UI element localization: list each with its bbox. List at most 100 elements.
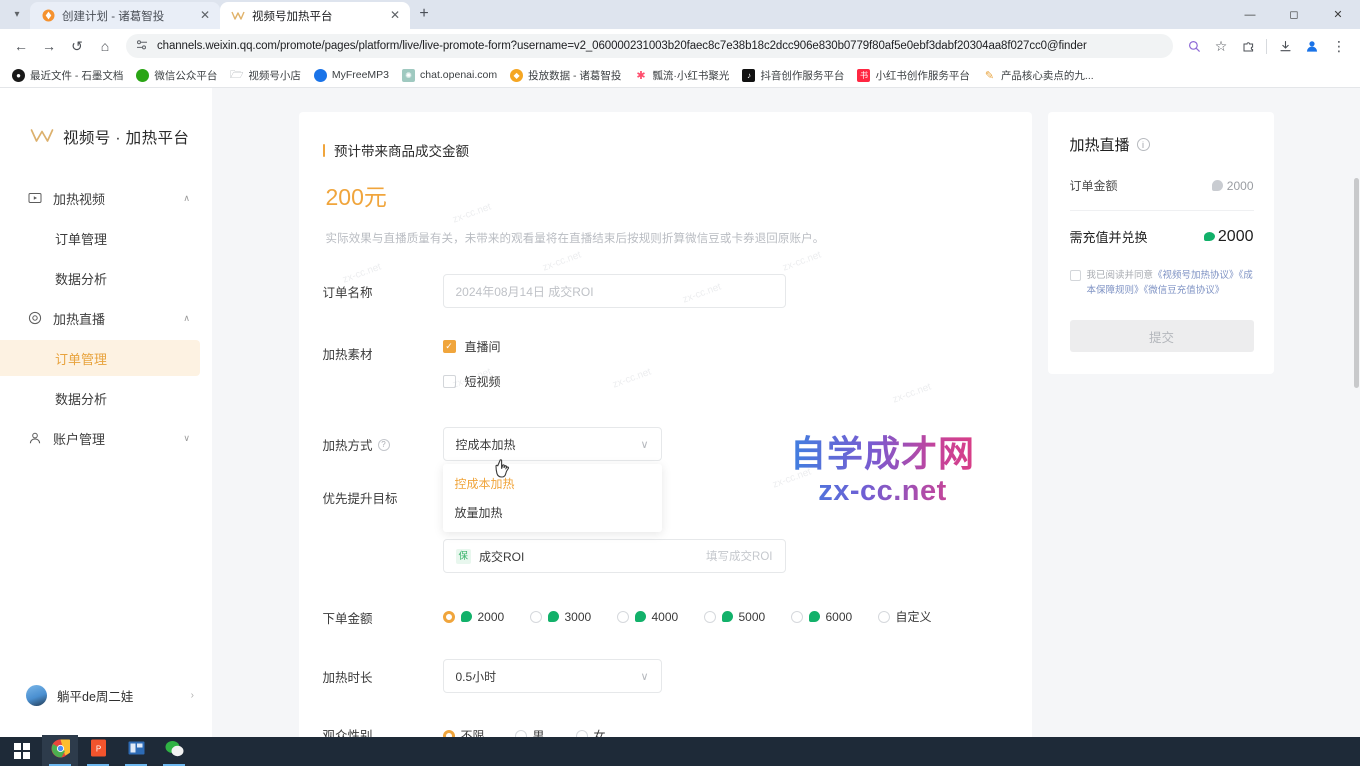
field-control: 控成本加热 ∨ 控成本加热 放量加热	[443, 427, 998, 461]
checkbox-unchecked-icon[interactable]	[443, 375, 456, 388]
question-mark-icon[interactable]: ?	[378, 439, 390, 451]
bookmark-item[interactable]: ✎产品核心卖点的九...	[977, 66, 1100, 85]
info-circle-icon[interactable]: i	[1137, 138, 1150, 151]
explorer-taskbar-item[interactable]	[118, 735, 154, 766]
field-label: 下单金额	[323, 602, 443, 627]
bookmark-item[interactable]: ●最近文件 - 石墨文档	[6, 66, 129, 85]
priority-goal-roi-input[interactable]: 保 成交ROI 填写成交ROI	[443, 539, 786, 573]
section-accent-bar	[323, 144, 326, 157]
bookmark-item[interactable]: MyFreeMP3	[308, 67, 395, 84]
bookmark-item[interactable]: 书小红书创作服务平台	[851, 66, 976, 85]
extensions-icon[interactable]	[1235, 33, 1261, 59]
bookmark-item[interactable]: ✱瓢流·小红书聚光	[628, 66, 735, 85]
radio-unselected-icon[interactable]	[878, 611, 890, 623]
sidebar-group-live[interactable]: 加热直播 ∧	[0, 300, 212, 336]
downloads-icon[interactable]	[1272, 33, 1298, 59]
boost-mode-select[interactable]: 控成本加热 ∨	[443, 427, 662, 461]
radio-unselected-icon[interactable]	[617, 611, 629, 623]
home-icon[interactable]: ⌂	[92, 33, 118, 59]
tab-search-icon[interactable]: ▾	[4, 1, 30, 27]
checkbox-checked-icon[interactable]: ✓	[443, 340, 456, 353]
summary-recharge-value: 2000	[1218, 228, 1254, 246]
radio-unselected-icon[interactable]	[576, 730, 588, 738]
agreement-link-beans[interactable]: 《微信豆充值协议》	[1144, 285, 1225, 296]
radio-selected-icon[interactable]	[443, 730, 455, 738]
bookmark-item[interactable]: ◆投放数据 - 诸葛智投	[504, 66, 627, 85]
bookmark-item[interactable]: 🗁视频号小店	[224, 66, 307, 85]
coin-icon	[809, 611, 820, 622]
reload-icon[interactable]: ↺	[64, 33, 90, 59]
pdf-taskbar-item[interactable]: P	[80, 735, 116, 766]
sidebar-group-label: 加热视频	[53, 189, 172, 208]
scrollbar-thumb[interactable]	[1354, 178, 1359, 388]
order-amount-option-6000[interactable]: 6000	[791, 610, 878, 624]
material-option-shortvideo[interactable]: 短视频	[443, 371, 998, 391]
sidebar-group-account[interactable]: 账户管理 ∨	[0, 420, 212, 456]
submit-button[interactable]: 提交	[1070, 320, 1254, 352]
order-amount-option-4000[interactable]: 4000	[617, 610, 704, 624]
sidebar-item-video-orders[interactable]: 订单管理	[0, 220, 200, 256]
sidebar-group-video[interactable]: 加热视频 ∧	[0, 180, 212, 216]
field-audience-gender: 观众性别 不限 男	[323, 721, 998, 737]
order-amount-option-custom[interactable]: 自定义	[878, 608, 932, 625]
forward-icon[interactable]: →	[36, 33, 62, 59]
sidebar-item-live-orders[interactable]: 订单管理	[0, 340, 200, 376]
page-content: 视频号 · 加热平台 加热视频 ∧ 订单管理 数据分析 加热直播	[0, 88, 1360, 737]
back-icon[interactable]: ←	[8, 33, 34, 59]
mp3-icon	[314, 69, 327, 82]
field-control: 2000 3000 4000	[443, 602, 998, 625]
sidebar-user[interactable]: 躺平de周二娃 ›	[0, 673, 212, 717]
dropdown-option-volume[interactable]: 放量加热	[443, 498, 662, 527]
site-settings-icon[interactable]	[136, 39, 148, 54]
browser-tab-2[interactable]: 视频号加热平台 ✕	[220, 2, 410, 29]
radio-unselected-icon[interactable]	[791, 611, 803, 623]
sidebar-item-live-analytics[interactable]: 数据分析	[0, 380, 200, 416]
bookmark-item[interactable]: ♪抖音创作服务平台	[736, 66, 850, 85]
page-scrollbar[interactable]	[1353, 88, 1360, 737]
option-label: 3000	[565, 610, 592, 624]
material-option-live[interactable]: ✓ 直播间	[443, 336, 998, 356]
tab-title: 视频号加热平台	[252, 8, 381, 24]
radio-unselected-icon[interactable]	[530, 611, 542, 623]
order-amount-option-2000[interactable]: 2000	[443, 610, 530, 624]
gender-option-any[interactable]: 不限	[443, 727, 515, 737]
minimize-icon[interactable]: —	[1228, 0, 1272, 29]
start-button[interactable]	[4, 735, 40, 766]
address-bar[interactable]: channels.weixin.qq.com/promote/pages/pla…	[126, 34, 1173, 58]
chrome-menu-icon[interactable]: ⋮	[1326, 33, 1352, 59]
field-control: 2024年08月14日 成交ROI	[443, 274, 998, 308]
close-icon[interactable]: ✕	[388, 9, 402, 23]
guarantee-tag: 保	[456, 549, 472, 564]
agreement-link-boost[interactable]: 《视频号加热协议》	[1153, 270, 1239, 281]
summary-order-amount-label: 订单金额	[1070, 177, 1118, 194]
wechat-taskbar-item[interactable]	[156, 735, 192, 766]
gender-option-male[interactable]: 男	[515, 727, 576, 737]
order-amount-option-5000[interactable]: 5000	[704, 610, 791, 624]
order-name-input[interactable]: 2024年08月14日 成交ROI	[443, 274, 786, 308]
order-amount-option-3000[interactable]: 3000	[530, 610, 617, 624]
bookmark-item[interactable]: 微信公众平台	[130, 66, 223, 85]
sidebar-item-video-analytics[interactable]: 数据分析	[0, 260, 200, 296]
profile-avatar-icon[interactable]	[1299, 33, 1325, 59]
bookmark-star-icon[interactable]: ☆	[1208, 33, 1234, 59]
checkbox-unchecked-icon[interactable]	[1070, 270, 1081, 281]
radio-selected-icon[interactable]	[443, 611, 455, 623]
maximize-icon[interactable]: ◻	[1272, 0, 1316, 29]
browser-tab-1[interactable]: 创建计划 - 诸葛智投 ✕	[30, 2, 220, 29]
dropdown-option-cost-control[interactable]: 控成本加热	[443, 469, 662, 498]
gender-radio-group: 不限 男 女	[443, 721, 998, 737]
radio-unselected-icon[interactable]	[515, 730, 527, 738]
gender-option-female[interactable]: 女	[576, 727, 606, 737]
live-circle-icon	[27, 311, 42, 326]
zoom-icon[interactable]	[1181, 33, 1207, 59]
close-window-icon[interactable]: ✕	[1316, 0, 1360, 29]
agreement-row[interactable]: 我已阅读并同意《视频号加热协议》《成本保障规则》《微信豆充值协议》	[1070, 268, 1254, 298]
radio-unselected-icon[interactable]	[704, 611, 716, 623]
chrome-taskbar-item[interactable]	[42, 735, 78, 766]
bookmark-item[interactable]: ✺chat.openai.com	[396, 67, 503, 84]
duration-select[interactable]: 0.5小时 ∨	[443, 659, 662, 693]
bookmark-label: MyFreeMP3	[332, 69, 389, 81]
new-tab-button[interactable]: +	[410, 0, 438, 28]
close-icon[interactable]: ✕	[198, 9, 212, 23]
chevron-up-icon: ∧	[183, 313, 190, 324]
